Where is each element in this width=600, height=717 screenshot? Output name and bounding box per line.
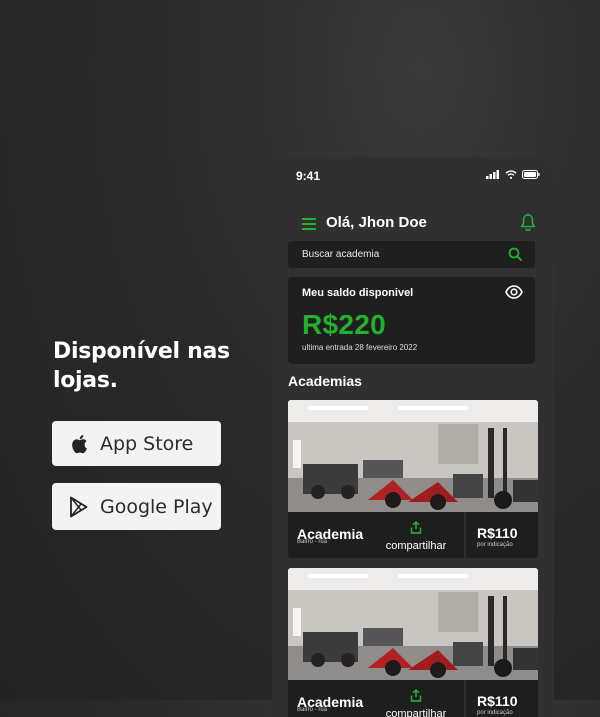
share-icon xyxy=(410,520,422,534)
gym-location: Bairro - rua xyxy=(297,539,328,545)
app-header: Olá, Jhon Doe xyxy=(288,213,538,235)
section-title: Academias xyxy=(288,373,362,389)
status-bar: 9:41 xyxy=(272,157,554,193)
promo-headline: Disponível nas lojas. xyxy=(53,339,230,393)
eye-icon[interactable] xyxy=(505,285,523,299)
status-icons xyxy=(486,170,540,179)
gym-info: Academia Bairro - rua compartilhar R$110… xyxy=(288,680,538,717)
balance-last-entry: ultima entrada 28 fevereiro 2022 xyxy=(302,343,418,352)
menu-icon[interactable] xyxy=(302,218,316,230)
divider xyxy=(464,680,466,717)
gym-card[interactable]: Academia Bairro - rua compartilhar R$110… xyxy=(288,568,538,717)
phone-mockup: 9:41 Olá, Jhon Doe Buscar academia Meu s… xyxy=(272,157,554,717)
share-button[interactable]: compartilhar xyxy=(381,688,451,717)
bell-icon[interactable] xyxy=(520,213,536,231)
google-play-button[interactable]: Google Play xyxy=(52,483,221,530)
gym-price-note: por indicação xyxy=(477,542,513,548)
greeting: Olá, Jhon Doe xyxy=(326,214,427,231)
balance-title: Meu saldo disponivel xyxy=(302,287,414,299)
search-icon[interactable] xyxy=(508,247,523,262)
battery-icon xyxy=(522,170,540,179)
divider xyxy=(464,512,466,558)
gym-info: Academia Bairro - rua compartilhar R$110… xyxy=(288,512,538,558)
gym-photo xyxy=(288,568,538,680)
share-icon xyxy=(410,688,422,702)
status-time: 9:41 xyxy=(296,169,321,183)
signal-icon xyxy=(486,170,499,179)
gym-price-note: por indicação xyxy=(477,710,513,716)
gym-price: R$110 xyxy=(477,693,518,709)
share-button[interactable]: compartilhar xyxy=(381,520,451,552)
gym-location: Bairro - rua xyxy=(297,707,328,713)
balance-card: Meu saldo disponivel R$220 ultima entrad… xyxy=(288,277,535,364)
balance-amount: R$220 xyxy=(302,309,387,340)
gym-price: R$110 xyxy=(477,525,518,541)
app-store-label: App Store xyxy=(100,432,194,455)
share-label: compartilhar xyxy=(385,708,447,717)
gym-photo xyxy=(288,400,538,512)
app-store-button[interactable]: App Store xyxy=(52,421,221,466)
share-label: compartilhar xyxy=(385,540,447,552)
google-play-icon xyxy=(68,496,90,518)
wifi-icon xyxy=(505,170,517,179)
apple-icon xyxy=(68,433,90,455)
search-input[interactable]: Buscar academia xyxy=(288,241,535,268)
gym-card[interactable]: Academia Bairro - rua compartilhar R$110… xyxy=(288,400,538,558)
google-play-label: Google Play xyxy=(100,495,213,518)
search-placeholder: Buscar academia xyxy=(302,249,380,260)
